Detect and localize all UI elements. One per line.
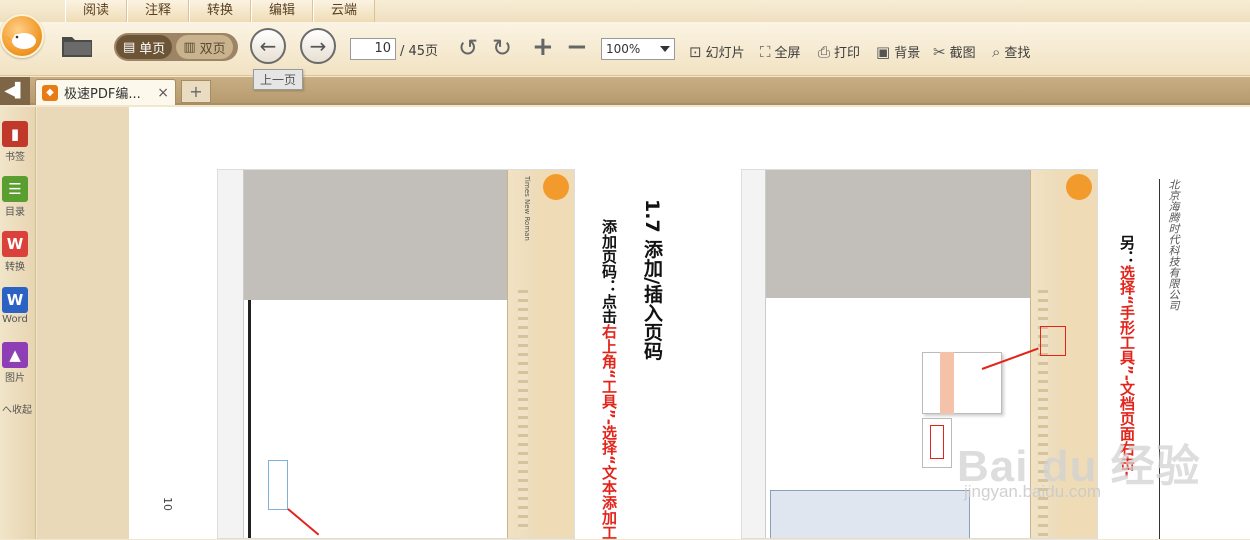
bookmark-icon: ▮ [2, 121, 28, 147]
rotate-right-icon: ↻ [492, 34, 513, 62]
toolbar: ▤ 单页 ▥ 双页 ← → 10 / 45页 ↺ ↻ + − 100% ⊡ 幻灯… [0, 22, 1250, 76]
open-folder-button[interactable] [60, 31, 94, 59]
app-logo[interactable] [0, 14, 44, 58]
view-mode-toggle: ▤ 单页 ▥ 双页 [114, 33, 238, 61]
tab-bar: ◀▌ ◆ 极速PDF编... × + [0, 77, 1250, 105]
single-page-icon: ▤ [123, 39, 136, 55]
background-icon: ▣ [876, 42, 891, 61]
page-number-label: 10 [161, 497, 174, 511]
toc-icon: ☰ [2, 176, 28, 202]
menu-tab-read[interactable]: 阅读 [65, 0, 127, 22]
bird-logo-icon [5, 33, 36, 49]
single-page-label: 单页 [139, 41, 166, 57]
scissors-icon: ✂ [933, 42, 946, 61]
slideshow-label: 幻灯片 [705, 46, 745, 61]
pdf-doc-icon: ◆ [42, 84, 58, 101]
embedded-screenshot-left: Times New Roman [217, 169, 575, 539]
slideshow-icon: ⊡ [689, 42, 702, 61]
sidebar-item-label: 书签 [5, 152, 25, 163]
double-page-button[interactable]: ▥ 双页 [176, 35, 233, 59]
sidebar-item-label: 转换 [5, 262, 25, 273]
slideshow-button[interactable]: ⊡ 幻灯片 [689, 42, 745, 62]
find-label: 查找 [1004, 46, 1031, 61]
page-gutter [37, 107, 129, 539]
instruction-prefix: 添加页码：点击 [600, 219, 618, 324]
menu-bar: 阅读 注释 转换 编辑 云端 [0, 0, 1250, 22]
find-button[interactable]: ⌕ 查找 [992, 42, 1031, 62]
zoom-value: 100% [606, 42, 641, 56]
arrow-left-icon: ◀▌ [4, 83, 26, 99]
watermark-url: jingyan.baidu.com [964, 482, 1102, 501]
section-heading: 1.7 添加/插入页码 [641, 199, 663, 361]
plus-icon: + [532, 32, 554, 62]
double-page-label: 双页 [199, 41, 226, 57]
total-pages: / 45页 [400, 44, 439, 59]
rotate-right-button[interactable]: ↻ [492, 34, 512, 62]
page-number-input[interactable]: 10 [350, 38, 396, 60]
sidebar-item-label: 图片 [5, 373, 25, 384]
document-page[interactable]: Times New Roman 1.7 添加/插入页码 添加页码：点击右上角“工… [129, 107, 1250, 540]
arrow-left-icon: ← [259, 34, 277, 58]
tooltip-prev-page: 上一页 [253, 69, 304, 90]
background-label: 背景 [894, 46, 921, 61]
sidebar-item-bookmarks[interactable]: ▮ 书签 [0, 121, 30, 163]
sidebar-item-label: 目录 [5, 207, 25, 218]
minus-icon: − [566, 32, 588, 62]
menu-tab-convert[interactable]: 转换 [189, 0, 251, 22]
next-page-button[interactable]: → [300, 28, 336, 64]
tab-document[interactable]: ◆ 极速PDF编... × [35, 79, 176, 105]
convert-icon: W [2, 231, 28, 257]
screenshot-label: 截图 [949, 46, 976, 61]
background-button[interactable]: ▣ 背景 [876, 42, 921, 62]
print-button[interactable]: ⎙ 打印 [818, 42, 861, 62]
new-tab-button[interactable]: + [181, 80, 211, 103]
left-sidebar: ▮ 书签 ☰ 目录 W 转换 W Word ▲ 图片 へ收起 [0, 107, 36, 539]
menu-tab-cloud[interactable]: 云端 [313, 0, 375, 22]
instruction-line-left: 添加页码：点击右上角“工具”-选择“文本添加工 [599, 219, 620, 540]
fullscreen-icon: ⛶ [760, 42, 771, 61]
printer-icon: ⎙ [818, 42, 831, 61]
print-label: 打印 [834, 46, 861, 61]
image-icon: ▲ [2, 342, 28, 368]
rotate-left-icon: ↺ [458, 34, 479, 62]
menu-tab-edit[interactable]: 编辑 [251, 0, 313, 22]
sidebar-item-label: Word [2, 314, 28, 325]
zoom-out-button[interactable]: − [566, 32, 588, 62]
double-page-icon: ▥ [183, 39, 196, 55]
fullscreen-label: 全屏 [774, 46, 801, 61]
sidebar-collapse-button[interactable]: へ收起 [2, 401, 32, 416]
tab-document-label: 极速PDF编... [64, 87, 141, 102]
menu-tab-annotate[interactable]: 注释 [127, 0, 189, 22]
sidebar-item-toc[interactable]: ☰ 目录 [0, 176, 30, 218]
sidebar-item-image[interactable]: ▲ 图片 [0, 342, 30, 384]
zoom-select[interactable]: 100% [601, 38, 675, 60]
sidebar-toggle-button[interactable]: ◀▌ [0, 77, 30, 105]
fullscreen-button[interactable]: ⛶ 全屏 [760, 42, 801, 62]
footer-company: 北京海腾时代科技有限公司 [1167, 179, 1180, 311]
arrow-right-icon: → [309, 34, 327, 58]
sidebar-item-convert[interactable]: W 转换 [0, 231, 30, 273]
search-icon: ⌕ [992, 42, 1001, 61]
instruction-prefix: 另： [1118, 235, 1136, 265]
screenshot-button[interactable]: ✂ 截图 [933, 42, 976, 62]
zoom-in-button[interactable]: + [532, 32, 554, 62]
prev-page-button[interactable]: ← [250, 28, 286, 64]
chevron-down-icon [660, 46, 670, 52]
folder-icon [62, 37, 92, 57]
close-icon[interactable]: × [157, 85, 169, 101]
instruction-highlight: 右上角“工具”-选择“文本添加工 [600, 324, 618, 540]
single-page-button[interactable]: ▤ 单页 [116, 35, 173, 59]
sidebar-item-word[interactable]: W Word [0, 287, 30, 325]
word-icon: W [2, 287, 28, 313]
rotate-left-button[interactable]: ↺ [458, 34, 478, 62]
sidebar-font-label: Times New Roman [523, 176, 531, 241]
